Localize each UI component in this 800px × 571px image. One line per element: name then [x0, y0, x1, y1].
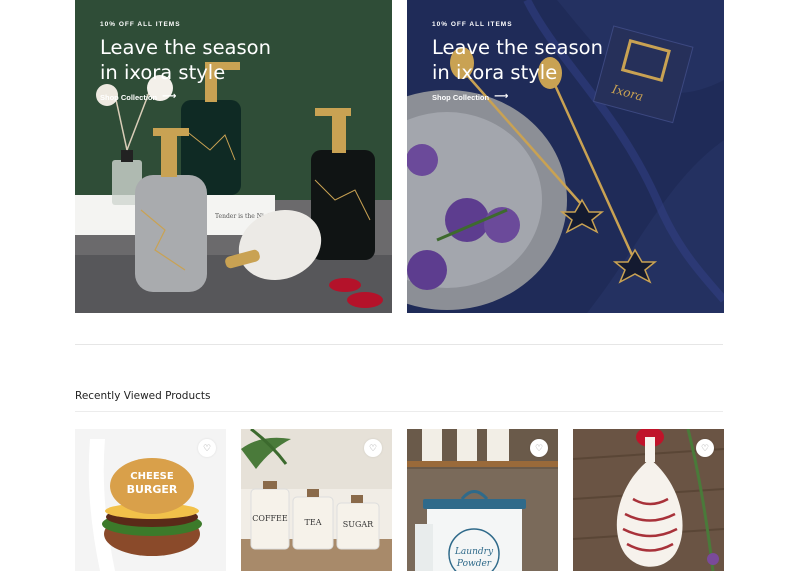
banner-eyebrow: 10% OFF ALL ITEMS	[100, 21, 181, 28]
product-card[interactable]: Laundry Powder ♡	[407, 429, 558, 571]
shop-collection-label: Shop Collection	[432, 92, 490, 102]
tin-label-laundry: Laundry	[454, 547, 494, 557]
product-card[interactable]: ♡	[573, 429, 724, 571]
promo-banner-bathroom[interactable]: Tender is the Night 10% OFF ALL ITEMS Le…	[75, 0, 392, 313]
section-divider	[75, 344, 723, 345]
promo-banner-spoons[interactable]: Ixora 10% OFF ALL ITEMS Leave the season…	[407, 0, 724, 313]
canister-label-coffee: COFFEE	[252, 514, 288, 523]
recently-viewed-title: Recently Viewed Products	[75, 390, 211, 402]
shop-collection-link[interactable]: Shop Collection ⟶	[100, 92, 290, 102]
banner-eyebrow: 10% OFF ALL ITEMS	[432, 21, 513, 28]
shop-collection-label: Shop Collection	[100, 92, 158, 102]
product-card[interactable]: CHEESE BURGER ♡	[75, 429, 226, 571]
canister-label-tea: TEA	[305, 518, 322, 527]
banner-headline: Leave the season in ixora style	[100, 36, 271, 84]
wishlist-heart-icon[interactable]: ♡	[530, 439, 548, 457]
burger-text-burger: BURGER	[127, 483, 178, 496]
burger-text-cheese: CHEESE	[130, 471, 174, 482]
wishlist-heart-icon[interactable]: ♡	[696, 439, 714, 457]
tin-label-powder: Powder	[456, 559, 492, 569]
shop-collection-link[interactable]: Shop Collection ⟶	[432, 92, 622, 102]
arrow-right-icon: ⟶	[162, 91, 177, 102]
wishlist-heart-icon[interactable]: ♡	[198, 439, 216, 457]
wishlist-heart-icon[interactable]: ♡	[364, 439, 382, 457]
canister-label-sugar: SUGAR	[343, 520, 374, 529]
product-card[interactable]: COFFEE TEA SUGAR ♡	[241, 429, 392, 571]
banner-headline: Leave the season in ixora style	[432, 36, 603, 84]
section-divider	[75, 411, 723, 412]
arrow-right-icon: ⟶	[494, 91, 509, 102]
